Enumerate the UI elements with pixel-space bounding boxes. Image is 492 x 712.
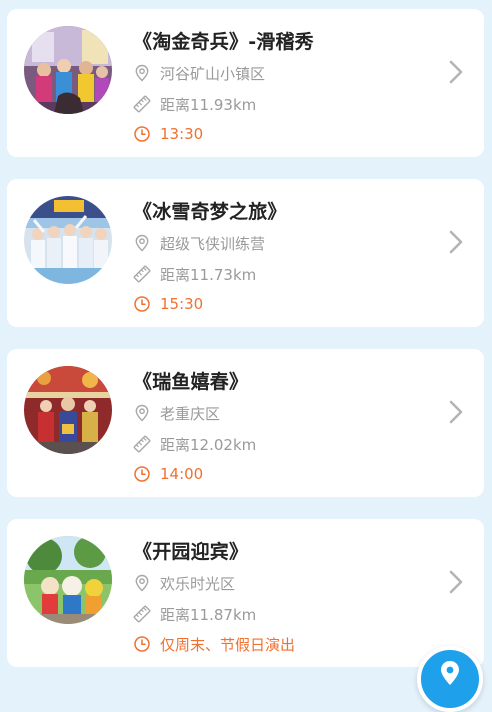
show-distance-row: 距离11.93km <box>133 93 256 115</box>
ruler-icon <box>133 265 151 283</box>
show-location: 老重庆区 <box>160 404 221 423</box>
show-location: 河谷矿山小镇区 <box>160 64 266 83</box>
show-location-row: 超级飞侠训练营 <box>133 232 265 254</box>
clock-icon <box>133 465 151 483</box>
location-pin-icon <box>133 574 151 592</box>
show-location: 欢乐时光区 <box>160 574 236 593</box>
show-location: 超级飞侠训练营 <box>160 234 266 253</box>
clock-icon <box>133 125 151 143</box>
chevron-right-icon[interactable] <box>448 569 464 595</box>
show-location-row: 老重庆区 <box>133 402 220 424</box>
show-distance: 距离11.93km <box>160 95 257 114</box>
show-title: 《开园迎宾》 <box>133 541 249 563</box>
show-time-row: 14:00 <box>133 463 203 485</box>
ruler-icon <box>133 605 151 623</box>
show-time-row: 仅周末、节假日演出 <box>133 633 295 655</box>
clock-icon <box>133 635 151 653</box>
show-distance: 距离11.73km <box>160 265 257 284</box>
show-distance: 距离12.02km <box>160 435 257 454</box>
show-time: 13:30 <box>160 125 204 143</box>
show-title: 《淘金奇兵》-滑稽秀 <box>133 31 314 53</box>
show-thumbnail <box>24 366 112 454</box>
show-location-row: 欢乐时光区 <box>133 572 235 594</box>
chevron-right-icon[interactable] <box>448 59 464 85</box>
show-title: 《冰雪奇梦之旅》 <box>133 201 287 223</box>
location-pin-icon <box>133 404 151 422</box>
show-thumbnail <box>24 536 112 624</box>
clock-icon <box>133 295 151 313</box>
show-distance-row: 距离12.02km <box>133 433 256 455</box>
show-distance-row: 距离11.87km <box>133 603 256 625</box>
show-time: 14:00 <box>160 465 204 483</box>
show-card[interactable]: 《淘金奇兵》-滑稽秀 河谷矿山小镇区 距离11.93km 13:30 <box>7 9 484 157</box>
show-distance: 距离11.87km <box>160 605 257 624</box>
map-location-icon <box>441 661 459 685</box>
location-pin-icon <box>133 64 151 82</box>
show-time-row: 15:30 <box>133 293 203 315</box>
show-card[interactable]: 《开园迎宾》 欢乐时光区 距离11.87km 仅周末、节假日演出 <box>7 519 484 667</box>
show-distance-row: 距离11.73km <box>133 263 256 285</box>
map-button[interactable] <box>417 646 483 712</box>
ruler-icon <box>133 95 151 113</box>
chevron-right-icon[interactable] <box>448 399 464 425</box>
location-pin-icon <box>133 234 151 252</box>
show-thumbnail <box>24 26 112 114</box>
ruler-icon <box>133 435 151 453</box>
show-title: 《瑞鱼嬉春》 <box>133 371 249 393</box>
show-time-row: 13:30 <box>133 123 203 145</box>
show-time: 15:30 <box>160 295 204 313</box>
chevron-right-icon[interactable] <box>448 229 464 255</box>
show-card[interactable]: 《瑞鱼嬉春》 老重庆区 距离12.02km 14:00 <box>7 349 484 497</box>
show-time: 仅周末、节假日演出 <box>160 635 296 654</box>
show-location-row: 河谷矿山小镇区 <box>133 62 265 84</box>
show-thumbnail <box>24 196 112 284</box>
show-card[interactable]: 《冰雪奇梦之旅》 超级飞侠训练营 距离11.73km 15:30 <box>7 179 484 327</box>
